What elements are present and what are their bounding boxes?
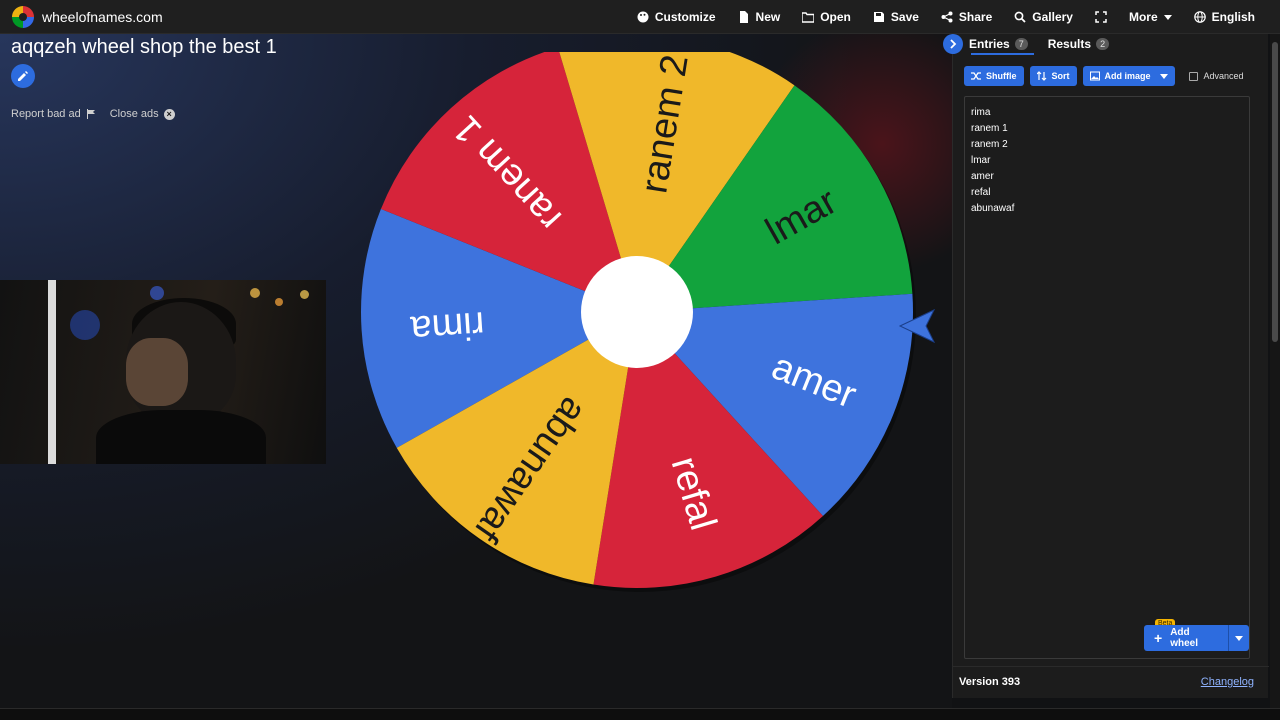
- brand[interactable]: wheelofnames.com: [0, 5, 163, 28]
- results-count-badge: 2: [1096, 38, 1110, 50]
- entry-item[interactable]: refal: [971, 185, 1014, 201]
- entries-list: rima ranem 1 ranem 2 lmar amer refal abunawaf: [971, 105, 1014, 217]
- close-circle-icon: ×: [163, 108, 175, 120]
- collapse-panel-button[interactable]: [943, 34, 963, 54]
- chevron-down-icon: [1163, 14, 1172, 20]
- top-bar: wheelofnames.com Customize New Open Save…: [0, 0, 1280, 34]
- tab-entries[interactable]: Entries 7: [961, 34, 1036, 55]
- pencil-icon: [18, 71, 28, 81]
- report-bad-ad-link[interactable]: Report bad ad: [11, 108, 96, 120]
- sort-button[interactable]: Sort: [1029, 66, 1077, 86]
- add-wheel-control: + Add wheel: [1144, 625, 1249, 651]
- spin-wheel[interactable]: rimaranem 1 ranem 2lmaramerrefalabunawaf: [355, 52, 919, 616]
- new-file-icon: [739, 11, 748, 23]
- advanced-checkbox[interactable]: [1188, 71, 1198, 81]
- entry-item[interactable]: amer: [971, 169, 1014, 185]
- entry-item[interactable]: abunawaf: [971, 201, 1014, 217]
- wheel-logo-icon: [12, 5, 34, 28]
- tab-results[interactable]: Results 2: [1040, 34, 1117, 54]
- wheel-center[interactable]: [581, 256, 693, 368]
- page-scrollbar[interactable]: [1270, 34, 1280, 708]
- wheel-pointer-icon: [898, 308, 936, 344]
- bottom-strip: [0, 708, 1280, 720]
- shuffle-icon: [971, 72, 981, 80]
- entry-item[interactable]: ranem 2: [971, 137, 1014, 153]
- image-icon: [1089, 71, 1100, 81]
- panel-tabs: Entries 7 Results 2: [943, 34, 1269, 55]
- globe-icon: [1193, 11, 1206, 23]
- add-image-button[interactable]: Add image: [1082, 66, 1175, 86]
- folder-icon: [802, 12, 815, 23]
- shuffle-button[interactable]: Shuffle: [964, 66, 1024, 86]
- save-icon: [873, 12, 884, 22]
- close-ads-link[interactable]: Close ads ×: [110, 108, 175, 120]
- chevron-right-icon: [950, 39, 957, 49]
- fullscreen-icon: [1095, 11, 1107, 23]
- changelog-link[interactable]: Changelog: [1201, 676, 1254, 688]
- site-name: wheelofnames.com: [42, 8, 163, 25]
- chevron-down-icon: [1159, 73, 1168, 79]
- entry-item[interactable]: ranem 1: [971, 121, 1014, 137]
- edit-title-button[interactable]: [11, 64, 35, 88]
- entry-item[interactable]: lmar: [971, 153, 1014, 169]
- webcam-overlay: [0, 280, 326, 464]
- menu-save[interactable]: Save: [862, 0, 930, 34]
- chevron-down-icon: [1234, 635, 1243, 641]
- palette-icon: [637, 11, 649, 23]
- sort-icon: [1036, 71, 1046, 81]
- advanced-toggle[interactable]: Advanced: [1188, 71, 1244, 81]
- add-wheel-dropdown[interactable]: [1227, 625, 1249, 651]
- wheel-segment-label: rima: [408, 303, 485, 350]
- divider: [953, 666, 1269, 667]
- menu-customize[interactable]: Customize: [626, 0, 727, 34]
- menu-fullscreen[interactable]: [1084, 0, 1118, 34]
- wheel-title: aqqzeh wheel shop the best 1: [11, 36, 277, 58]
- entries-count-badge: 7: [1014, 38, 1028, 50]
- add-wheel-button[interactable]: + Add wheel: [1144, 625, 1228, 651]
- entries-toolbar: Shuffle Sort Add image Advanced: [964, 66, 1244, 86]
- menu-gallery[interactable]: Gallery: [1003, 0, 1084, 34]
- search-icon: [1014, 11, 1026, 23]
- entries-textarea[interactable]: rima ranem 1 ranem 2 lmar amer refal abunawaf …: [964, 96, 1250, 659]
- ad-links: Report bad ad Close ads ×: [11, 108, 175, 120]
- version-label: Version 393: [959, 676, 1021, 688]
- menu-more[interactable]: More: [1118, 0, 1183, 34]
- menu-share[interactable]: Share: [930, 0, 1003, 34]
- menu-new[interactable]: New: [727, 0, 792, 34]
- entry-item[interactable]: rima: [971, 105, 1014, 121]
- menu-open[interactable]: Open: [791, 0, 862, 34]
- menu-language[interactable]: English: [1183, 0, 1266, 34]
- entries-panel: Entries 7 Results 2 Shuffle Sort Add ima…: [943, 34, 1269, 698]
- scrollbar-thumb[interactable]: [1272, 42, 1278, 342]
- plus-icon: +: [1154, 630, 1163, 646]
- share-icon: [941, 11, 953, 23]
- main-menu: Customize New Open Save Share Gallery Mo…: [626, 0, 1266, 34]
- flag-icon: [86, 109, 95, 119]
